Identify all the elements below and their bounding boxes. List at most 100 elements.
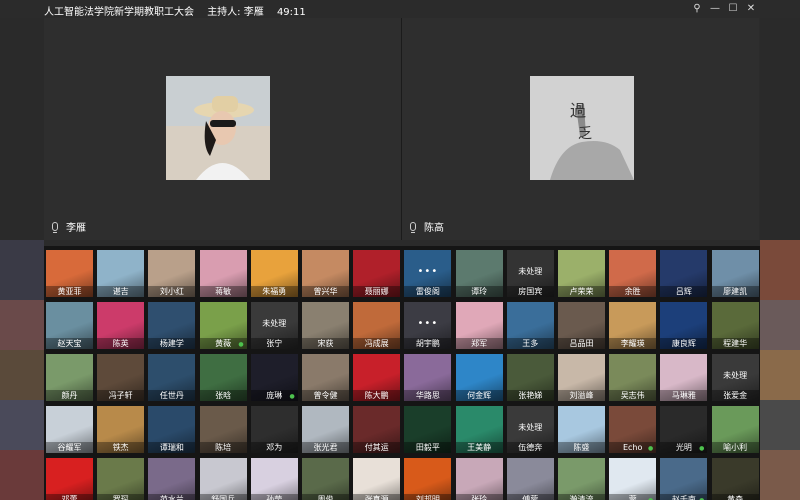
participant-tile[interactable]: 蓉● <box>609 458 657 500</box>
speaker-pane-2[interactable]: 過 乏 陈高 <box>401 18 759 240</box>
participant-tile[interactable]: 刘溢峰 <box>558 354 605 401</box>
participant-tile[interactable]: 黄薇 ● <box>199 302 247 349</box>
participant-tile[interactable]: 任世丹 <box>148 354 196 401</box>
participant-tile[interactable]: 黄森 <box>711 458 759 500</box>
participant-tile[interactable]: 光明 ● <box>660 406 708 453</box>
participant-tile[interactable]: 谷耀军 <box>46 406 93 453</box>
participant-tile[interactable]: 陈英 <box>97 302 145 349</box>
participant-name: 吕品田 <box>558 338 605 349</box>
participant-tile[interactable]: 未处理 张爱金 <box>711 354 759 401</box>
participant-tile[interactable]: 未处理 房国宾 <box>506 250 554 297</box>
participant-tile[interactable]: 杨建学 <box>148 302 196 349</box>
participant-tile[interactable]: 赵天宝 <box>46 302 93 349</box>
participant-tile[interactable]: 邓为 <box>250 406 298 453</box>
participant-name: 谷耀军 <box>46 442 93 453</box>
participant-tile[interactable]: ••• 雷俊阁 <box>404 250 452 297</box>
participant-tile[interactable]: Echo ● <box>609 406 657 453</box>
participant-tile[interactable]: 张真源 <box>353 458 401 500</box>
participant-tile[interactable]: 余胜 <box>609 250 657 297</box>
participant-tile[interactable]: 谌吉 <box>97 250 145 297</box>
participant-name: 廖建凯 <box>711 286 759 297</box>
participant-tile[interactable]: 铁杰 <box>97 406 145 453</box>
participant-tile[interactable]: 未处理 伍德奔 <box>506 406 554 453</box>
maximize-icon[interactable]: ☐ <box>724 0 742 18</box>
pin-icon[interactable]: ⚲ <box>688 0 706 18</box>
svg-text:過: 過 <box>570 101 586 120</box>
participant-tile[interactable]: 吴志伟 <box>609 354 657 401</box>
participant-tile[interactable]: 何金辉 <box>455 354 503 401</box>
participant-tile[interactable]: 黄亚菲 <box>46 250 93 297</box>
participant-tile[interactable]: 张玲 <box>455 458 503 500</box>
participant-tile[interactable]: 舒国兵 <box>199 458 247 500</box>
participant-name: 李耀瑛 <box>609 338 657 349</box>
participant-tile[interactable]: 聂丽娜 <box>353 250 401 297</box>
participant-tile[interactable]: 陈大鹏 <box>353 354 401 401</box>
participant-tile[interactable]: 卢荣荣 <box>558 250 605 297</box>
participant-tile[interactable]: 谭瑞和 <box>148 406 196 453</box>
speaker-name-1: 李雁 <box>52 219 86 234</box>
participant-name: 冯成展 <box>353 338 401 349</box>
participant-name: 张宁 <box>250 338 298 349</box>
participant-tile[interactable]: 付其运 <box>353 406 401 453</box>
participant-tile[interactable]: 蒋敏 <box>199 250 247 297</box>
participant-tile[interactable]: 陈培 <box>199 406 247 453</box>
participant-tile[interactable]: 未处理 张宁 <box>250 302 298 349</box>
minimize-icon[interactable]: — <box>706 0 724 18</box>
participant-tile[interactable]: 孙莹 <box>250 458 298 500</box>
participant-name: 刘小红 <box>148 286 196 297</box>
participant-tile[interactable]: 张艳娣 <box>506 354 554 401</box>
speaking-indicator-icon: ● <box>699 445 705 452</box>
participant-tile[interactable]: 庞琳 ● <box>250 354 298 401</box>
participant-name: 谭瑞和 <box>148 442 196 453</box>
participant-tile[interactable]: 颜丹 <box>46 354 93 401</box>
participant-tile[interactable]: 刘邦明 <box>404 458 452 500</box>
unprocessed-placeholder: 未处理 <box>518 423 543 432</box>
participant-tile[interactable]: 陈盛 <box>558 406 605 453</box>
participant-tile[interactable]: 张晗 <box>199 354 247 401</box>
participant-name: 何金辉 <box>455 390 503 401</box>
meeting-timer: 49:11 <box>276 7 306 18</box>
participant-tile[interactable]: 曾令健 <box>302 354 349 401</box>
right-blurred-edge <box>760 0 800 500</box>
participant-tile[interactable]: 范水兰 <box>148 458 196 500</box>
participant-tile[interactable]: 王多 <box>506 302 554 349</box>
participant-name: 刘溢峰 <box>558 390 605 401</box>
participant-name: 陈英 <box>97 338 145 349</box>
participant-tile[interactable]: 曾兴华 <box>302 250 349 297</box>
participant-tile[interactable]: 张光君 <box>302 406 349 453</box>
participant-tile[interactable]: 赵千南● <box>660 458 708 500</box>
participant-tile[interactable]: 李耀瑛 <box>609 302 657 349</box>
left-blurred-edge <box>0 0 44 500</box>
participant-tile[interactable]: 郑军 <box>455 302 503 349</box>
participant-name: 张爱金 <box>711 390 759 401</box>
participant-tile[interactable]: 瀚清流 <box>558 458 605 500</box>
participant-tile[interactable]: 田毅平 <box>404 406 452 453</box>
participant-tile[interactable]: 刘小红 <box>148 250 196 297</box>
participant-tile[interactable]: 邓蕾 <box>46 458 93 500</box>
participant-tile[interactable]: 华路思 <box>404 354 452 401</box>
participant-tile[interactable]: 王美静 <box>455 406 503 453</box>
participant-tile[interactable]: 周俊 <box>302 458 349 500</box>
participant-tile[interactable]: 程建华 <box>711 302 759 349</box>
participant-tile[interactable]: 冯子轩 <box>97 354 145 401</box>
participant-name: 余胜 <box>609 286 657 297</box>
speaker-videos: 李雁 過 乏 陈高 <box>44 18 760 240</box>
speaker-pane-1[interactable]: 李雁 <box>44 18 401 240</box>
participant-name: 冯子轩 <box>97 390 145 401</box>
participant-tile[interactable]: 冯成展 <box>353 302 401 349</box>
participant-tile[interactable]: 康良辉 <box>660 302 708 349</box>
participant-tile[interactable]: 宋获 <box>302 302 349 349</box>
participant-tile[interactable]: 谭玲 <box>455 250 503 297</box>
participant-tile[interactable]: 傅蓉 <box>506 458 554 500</box>
participant-tile[interactable]: 廖建凯 <box>711 250 759 297</box>
close-icon[interactable]: ✕ <box>742 0 760 18</box>
participant-tile[interactable]: ••• 胡宇鹏 <box>404 302 452 349</box>
participant-tile[interactable]: 吕辉 <box>660 250 708 297</box>
participant-tile[interactable]: 喻小利 <box>711 406 759 453</box>
participant-tile[interactable]: 吕品田 <box>558 302 605 349</box>
participant-name: 舒国兵 <box>199 494 247 500</box>
participant-tile[interactable]: 朱福勇 <box>250 250 298 297</box>
participant-tile[interactable]: 罗琛 <box>97 458 145 500</box>
microphone-icon <box>52 222 58 233</box>
participant-tile[interactable]: 马琳雅 <box>660 354 708 401</box>
